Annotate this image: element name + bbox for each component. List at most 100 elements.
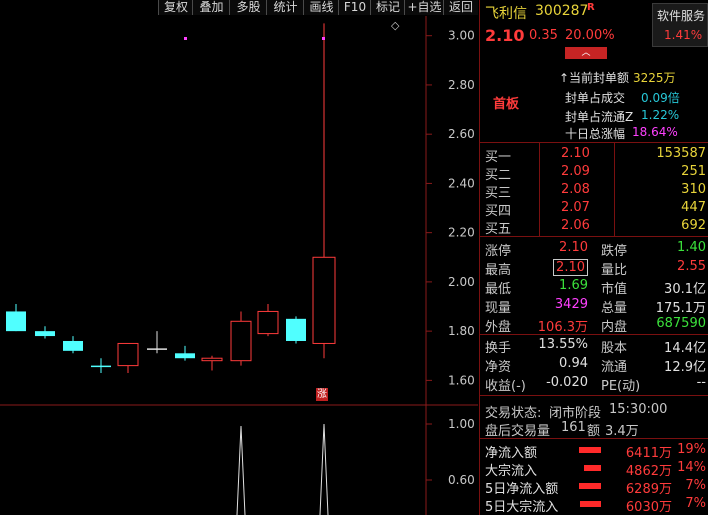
quote-row: 现量 3429 总量 175.1万	[479, 297, 708, 316]
board-row-value: 3225万	[633, 71, 676, 85]
sector-box[interactable]: 软件服务 1.41%	[652, 3, 708, 47]
fundamental-label: 股本	[601, 341, 628, 356]
flow-value: 6289万	[625, 482, 672, 497]
chart-toolbar: 复权 叠加 多股 统计 画线 F10 标记 +自选 返回	[0, 0, 478, 16]
quote-row: 外盘 106.3万 内盘 687590	[479, 316, 708, 335]
volume-spike	[319, 423, 329, 515]
board-row-label: 封单占成交	[565, 91, 626, 105]
candle-body	[35, 331, 55, 337]
candle-body	[175, 353, 195, 359]
quote-value: 2.55	[677, 259, 706, 274]
bid-label: 买二	[485, 168, 512, 183]
y-tick-label: 1.60	[448, 373, 475, 387]
candle[interactable]	[63, 336, 83, 354]
quote-row: 最高 2.10 量比 2.55	[479, 259, 708, 278]
fundamental-value: 0.94	[559, 356, 588, 371]
candle[interactable]	[117, 342, 139, 373]
toolbar-button-8[interactable]: 返回	[443, 0, 478, 15]
bid-divider	[614, 142, 615, 237]
bid-divider	[539, 142, 540, 237]
toolbar-button-7[interactable]: +自选	[404, 0, 444, 15]
bid-label: 买三	[485, 186, 512, 201]
toolbar-button-4[interactable]: 画线	[303, 0, 339, 15]
bid-row[interactable]: 买五 2.06 692	[479, 218, 708, 237]
toolbar-button-5[interactable]: F10	[338, 0, 371, 15]
flow-bar	[579, 483, 601, 489]
toolbar-button-0[interactable]: 复权	[158, 0, 193, 15]
toolbar-button-6[interactable]: 标记	[370, 0, 405, 15]
candle[interactable]	[201, 355, 223, 371]
bid-price: 2.08	[561, 182, 590, 197]
diamond-icon[interactable]: ◇	[391, 19, 399, 32]
toolbar-button-1[interactable]: 叠加	[192, 0, 230, 15]
candle[interactable]	[230, 311, 252, 366]
quote-label: 内盘	[601, 320, 628, 335]
quote-value: 106.3万	[537, 320, 588, 335]
sector-pct: 1.41%	[664, 28, 703, 42]
fundamental-row: 净资 0.94 流通 12.9亿	[479, 356, 708, 375]
signal-marker	[322, 37, 325, 40]
y-tick-label: 2.20	[448, 226, 475, 240]
flow-value: 6030万	[625, 500, 672, 515]
money-flow-row: 净流入额 6411万 19%	[479, 442, 708, 461]
bid-volume: 447	[681, 200, 706, 215]
board-title: 首板	[493, 97, 520, 112]
quote-value: 2.10	[553, 259, 588, 276]
candle-body	[230, 320, 252, 362]
quote-row: 涨停 2.10 跌停 1.40	[479, 240, 708, 259]
candle[interactable]	[312, 23, 336, 359]
board-row-value: 18.64%	[632, 125, 678, 139]
bid-row[interactable]: 买二 2.09 251	[479, 164, 708, 183]
quote-label: 最高	[485, 263, 512, 278]
flow-pct: 7%	[685, 496, 706, 511]
vol-tick-label: 1.00	[448, 417, 475, 431]
candle[interactable]	[147, 331, 167, 354]
candle[interactable]	[257, 304, 279, 337]
expand-button[interactable]: ︿	[565, 47, 607, 59]
flow-bar	[584, 465, 601, 471]
stock-price: 2.10	[485, 26, 525, 45]
fundamental-value: 12.9亿	[664, 360, 706, 375]
candle[interactable]	[6, 304, 26, 332]
candle-body	[201, 357, 223, 362]
board-row-label: ↑当前封单额	[559, 71, 630, 85]
stock-code: 300287	[535, 3, 589, 19]
flow-bar	[580, 501, 601, 507]
candle[interactable]	[286, 316, 306, 344]
candle[interactable]	[35, 326, 55, 339]
fundamental-value: 14.4亿	[664, 341, 706, 356]
bid-price: 2.06	[561, 218, 590, 233]
quote-label: 最低	[485, 282, 512, 297]
stock-change: 0.35	[529, 28, 558, 43]
quote-label: 总量	[601, 301, 628, 316]
toolbar-button-2[interactable]: 多股	[229, 0, 267, 15]
flow-label: 5日大宗流入	[485, 500, 559, 515]
candle-body	[63, 340, 83, 351]
y-tick-label: 2.40	[448, 176, 475, 190]
quote-value: 687590	[656, 316, 706, 331]
candle[interactable]	[175, 345, 195, 361]
stock-pct: 20.00%	[565, 28, 615, 43]
candle[interactable]	[91, 358, 111, 373]
bid-row[interactable]: 买四 2.07 447	[479, 200, 708, 219]
fundamental-row: 收益(-) -0.020 PE(动) --	[479, 375, 708, 394]
bid-label: 买一	[485, 150, 512, 165]
bid-volume: 153587	[656, 146, 706, 161]
bid-row[interactable]: 买三 2.08 310	[479, 182, 708, 201]
candle-body	[91, 365, 111, 368]
vol-tick-label: 0.60	[448, 473, 475, 487]
bid-row[interactable]: 买一 2.10 153587	[479, 146, 708, 165]
stock-name: 飞利信	[485, 6, 527, 22]
bid-price: 2.10	[561, 146, 590, 161]
money-flow-row: 5日大宗流入 6030万 7%	[479, 496, 708, 515]
fundamental-value: -0.020	[546, 375, 588, 390]
kline-chart[interactable]: 3.00 2.80 2.60 2.40 2.20 2.00 1.80 1.60 1.00 0.60	[0, 16, 478, 515]
candle-body	[312, 256, 336, 344]
fundamental-label: 收益(-)	[485, 379, 526, 394]
candle-body	[147, 348, 167, 350]
fundamental-label: 换手	[485, 341, 512, 356]
quote-value: 1.40	[677, 240, 706, 255]
flow-label: 5日净流入额	[485, 482, 559, 497]
flow-label: 净流入额	[485, 446, 538, 461]
toolbar-button-3[interactable]: 统计	[266, 0, 304, 15]
